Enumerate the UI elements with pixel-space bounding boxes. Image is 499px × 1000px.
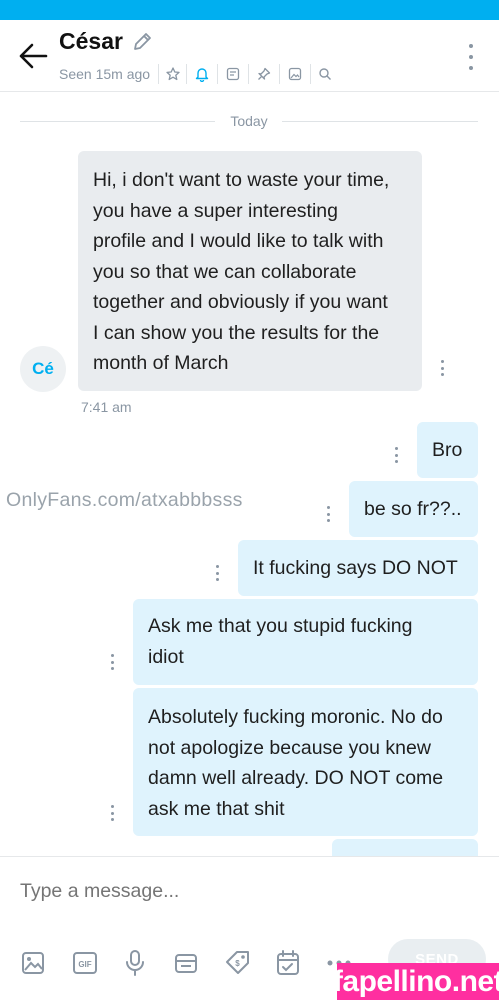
pin-icon[interactable] — [249, 64, 281, 84]
message-line: Ask me that you stupid fucking — [148, 615, 413, 637]
gif-icon[interactable]: GIF — [71, 947, 122, 979]
edit-icon[interactable] — [131, 31, 153, 53]
contact-name-row: César — [59, 28, 153, 55]
composer-toolbar: GIF $ — [20, 947, 377, 979]
contact-name[interactable]: César — [59, 28, 123, 55]
message-line: Absolutely fucking moronic. No do — [148, 706, 443, 728]
schedule-icon[interactable] — [275, 947, 326, 979]
svg-text:$: $ — [235, 959, 240, 968]
date-divider-label: Today — [216, 113, 282, 129]
more-icon[interactable] — [465, 44, 477, 70]
watermark-text: OnlyFans.com/atxabbbsss — [6, 489, 243, 511]
outgoing-message[interactable]: Absolutely fucking moronic. No do not ap… — [133, 688, 478, 836]
avatar[interactable]: Cé — [20, 346, 66, 392]
message-line: It fucking says DO NOT — [253, 557, 458, 579]
bell-icon[interactable] — [187, 64, 219, 84]
header-subrow: Seen 15m ago — [59, 64, 339, 84]
message-line: Bro — [432, 439, 463, 461]
message-line: idiot — [148, 645, 184, 668]
outgoing-message[interactable]: It fucking says DO NOT — [238, 540, 478, 596]
message-line: you have a super interesting — [93, 199, 338, 222]
message-line: Hi, i don't want to waste your time, — [93, 169, 390, 191]
message-line: damn well already. DO NOT come — [148, 767, 444, 789]
date-divider: Today — [20, 113, 478, 129]
media-icon[interactable] — [280, 64, 312, 84]
note-icon[interactable] — [218, 64, 250, 84]
price-tag-icon[interactable]: $ — [224, 947, 275, 979]
outgoing-message[interactable]: Ask me that you stupid fucking idiot — [133, 599, 478, 685]
image-icon[interactable] — [20, 947, 71, 979]
message-menu-icon[interactable] — [108, 654, 116, 670]
message-line: you so that we can collaborate — [93, 260, 357, 283]
outgoing-message[interactable]: be so fr??.. — [349, 481, 478, 537]
svg-text:GIF: GIF — [78, 960, 91, 969]
message-menu-icon[interactable] — [438, 360, 446, 376]
star-icon[interactable] — [159, 64, 188, 84]
chat-header: César Seen 15m ago — [0, 20, 499, 92]
message-line: be so fr??.. — [364, 498, 462, 520]
message-time: 7:41 am — [81, 399, 132, 415]
microphone-icon[interactable] — [122, 947, 173, 979]
message-line: not apologize because you knew — [148, 736, 431, 759]
message-line: together and obviously if you want — [93, 291, 388, 313]
calendar-media-icon[interactable] — [173, 947, 224, 979]
back-arrow-icon[interactable] — [18, 42, 50, 70]
message-line: I can show you the results for the — [93, 321, 380, 344]
seen-status: Seen 15m ago — [59, 64, 160, 84]
status-bar — [0, 0, 499, 20]
message-line: month of March — [93, 352, 229, 374]
search-icon[interactable] — [311, 64, 339, 84]
outgoing-message[interactable]: Bro — [417, 422, 478, 478]
message-menu-icon[interactable] — [392, 447, 400, 463]
message-menu-icon[interactable] — [213, 565, 221, 581]
message-menu-icon[interactable] — [108, 805, 116, 821]
brand-watermark: fapellino.net — [333, 963, 499, 1000]
incoming-message[interactable]: Hi, i don't want to waste your time, you… — [78, 151, 422, 391]
message-input[interactable] — [20, 880, 460, 903]
message-line: ask me that shit — [148, 797, 285, 820]
message-line: profile and I would like to talk with — [93, 230, 384, 252]
message-menu-icon[interactable] — [324, 506, 332, 522]
